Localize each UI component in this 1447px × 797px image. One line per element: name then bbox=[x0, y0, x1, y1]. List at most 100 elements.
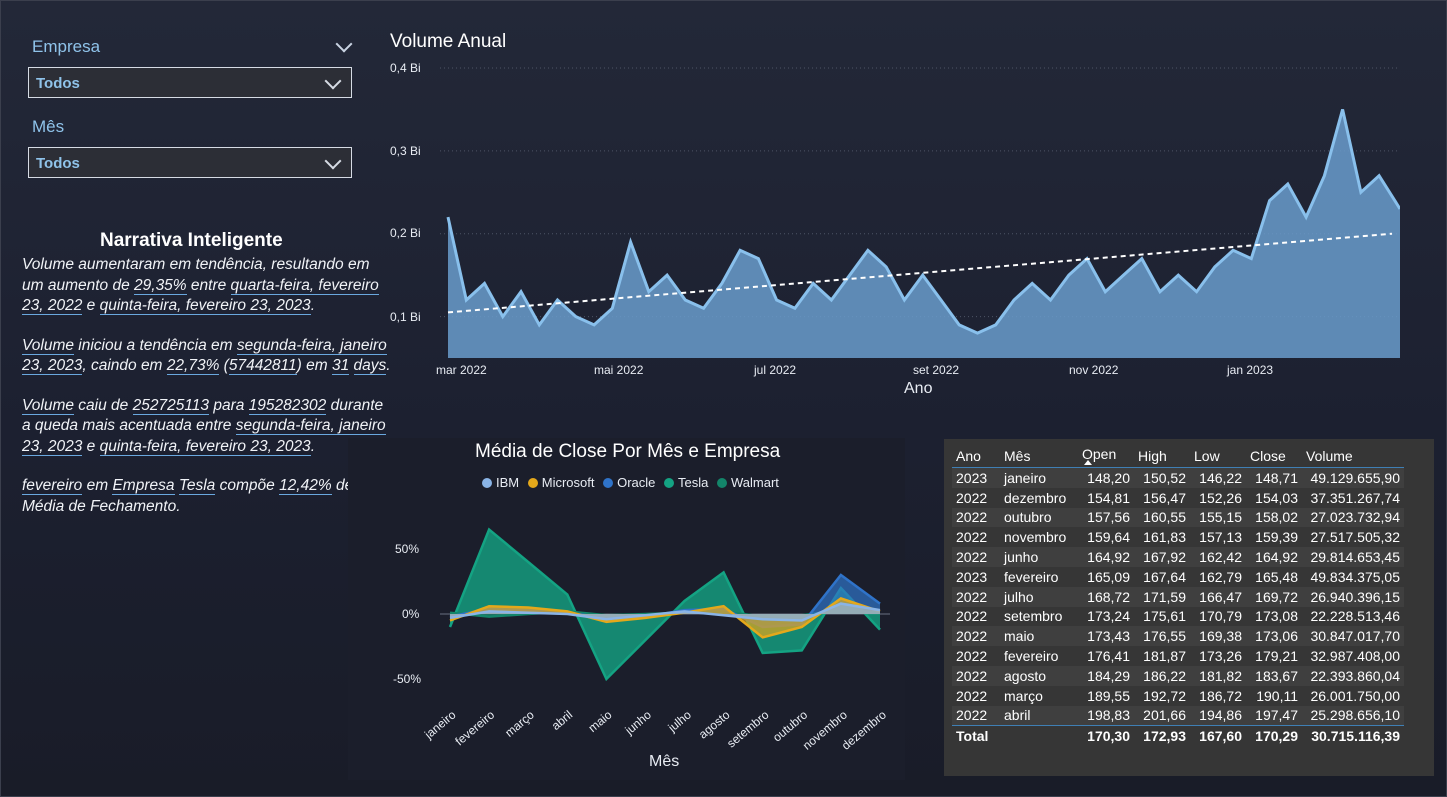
volume-x-axis-title: Ano bbox=[904, 380, 933, 397]
volume-area-chart[interactable] bbox=[440, 60, 1400, 365]
table-cell: julho bbox=[1000, 586, 1078, 607]
table-cell: 173,26 bbox=[1190, 646, 1246, 666]
column-header[interactable]: Close bbox=[1246, 444, 1302, 468]
table-cell: 190,11 bbox=[1246, 685, 1302, 706]
y-tick-label: 0,1 Bi bbox=[390, 310, 421, 324]
table-row[interactable]: 2022 julho 168,72 171,59 166,47 169,72 26.940.… bbox=[952, 586, 1404, 607]
table-cell: 165,09 bbox=[1078, 566, 1134, 587]
mes-dropdown[interactable]: Todos bbox=[28, 147, 352, 178]
table-cell: 158,02 bbox=[1246, 507, 1302, 528]
column-header[interactable]: Low bbox=[1190, 444, 1246, 468]
volume-chart-title: Volume Anual bbox=[390, 31, 507, 52]
narrative-value: fevereiro bbox=[22, 477, 83, 495]
table-cell: maio bbox=[1000, 626, 1078, 647]
narrative-text: e bbox=[82, 437, 100, 455]
legend-item-tesla[interactable]: Tesla bbox=[664, 475, 708, 490]
table-cell: 170,79 bbox=[1190, 606, 1246, 627]
table-row[interactable]: 2022 novembro 159,64 161,83 157,13 159,39 27.5… bbox=[952, 527, 1404, 548]
close-chart-title: Média de Close Por Mês e Empresa bbox=[475, 441, 781, 462]
table-cell: janeiro bbox=[1000, 467, 1078, 488]
table-cell: 2022 bbox=[952, 705, 1000, 726]
table-cell: 189,55 bbox=[1078, 685, 1134, 706]
table-cell: fevereiro bbox=[1000, 566, 1078, 587]
table-cell: 194,86 bbox=[1190, 705, 1246, 726]
table-cell: 183,67 bbox=[1246, 665, 1302, 686]
total-cell: 170,29 bbox=[1246, 725, 1302, 747]
narrative-value: 252725113 bbox=[132, 396, 210, 415]
table-cell: 154,03 bbox=[1246, 487, 1302, 508]
y-tick-label: 0,3 Bi bbox=[390, 144, 421, 158]
table-row[interactable]: 2022 abril 198,83 201,66 194,86 197,47 25.298.… bbox=[952, 705, 1404, 726]
stock-table-panel: Ano Mês Open High Low Close Volume 2023 j… bbox=[944, 439, 1434, 776]
legend-label: Oracle bbox=[617, 475, 656, 490]
narrative-text: ( bbox=[219, 357, 229, 374]
table-cell: 49.129.655,90 bbox=[1302, 467, 1404, 488]
narrative-text: entre bbox=[186, 276, 231, 294]
table-cell: novembro bbox=[1000, 527, 1078, 548]
table-row[interactable]: 2022 março 189,55 192,72 186,72 190,11 26.001.… bbox=[952, 685, 1404, 706]
legend-item-walmart[interactable]: Walmart bbox=[717, 475, 779, 490]
column-header[interactable]: Volume bbox=[1302, 444, 1404, 468]
table-cell: 181,87 bbox=[1134, 646, 1190, 666]
table-cell: 2023 bbox=[952, 467, 1000, 488]
y-tick-label: 0% bbox=[402, 607, 420, 621]
table-cell: 197,47 bbox=[1246, 705, 1302, 726]
table-cell: 156,47 bbox=[1134, 487, 1190, 508]
table-total-row: Total 170,30 172,93 167,60 170,29 30.715.116,… bbox=[952, 725, 1404, 747]
x-tick-label: nov 2022 bbox=[1069, 363, 1119, 377]
column-header-sorted[interactable]: Open bbox=[1078, 444, 1134, 468]
legend-item-oracle[interactable]: Oracle bbox=[603, 475, 655, 490]
legend-item-ibm[interactable]: IBM bbox=[482, 475, 519, 490]
narrative-text: , caindo em bbox=[82, 357, 167, 374]
table-row[interactable]: 2022 fevereiro 176,41 181,87 173,26 179,21 32.… bbox=[952, 646, 1404, 666]
x-tick-label: jan 2023 bbox=[1227, 363, 1274, 377]
table-row[interactable]: 2023 janeiro 148,20 150,52 146,22 148,71 49.12… bbox=[952, 467, 1404, 488]
table-row[interactable]: 2022 agosto 184,29 186,22 181,82 183,67 22.393… bbox=[952, 665, 1404, 686]
close-by-month-chart[interactable] bbox=[420, 500, 900, 705]
column-header[interactable]: Mês bbox=[1000, 444, 1078, 468]
table-cell: 164,92 bbox=[1246, 547, 1302, 567]
legend-dot-icon bbox=[527, 478, 538, 488]
close-chart-legend[interactable]: IBM Microsoft Oracle Tesla Walmart bbox=[482, 475, 784, 490]
table-row[interactable]: 2022 outubro 157,56 160,55 155,15 158,02 27.02… bbox=[952, 507, 1404, 528]
table-cell: 176,41 bbox=[1078, 646, 1134, 666]
smart-narrative: Volume aumentaram em tendência, resultan… bbox=[22, 255, 392, 536]
table-cell: 173,06 bbox=[1246, 626, 1302, 647]
table-cell: junho bbox=[1000, 547, 1078, 567]
legend-dot-icon bbox=[717, 478, 728, 488]
column-header[interactable]: High bbox=[1134, 444, 1190, 468]
narrative-text: ) em bbox=[296, 357, 332, 374]
legend-item-microsoft[interactable]: Microsoft bbox=[527, 475, 594, 490]
table-cell: 152,26 bbox=[1190, 487, 1246, 508]
table-cell: 155,15 bbox=[1190, 507, 1246, 528]
table-row[interactable]: 2022 maio 173,43 176,55 169,38 173,06 30.847.0… bbox=[952, 626, 1404, 647]
legend-dot-icon bbox=[482, 478, 492, 488]
stock-table: Ano Mês Open High Low Close Volume 2023 j… bbox=[952, 444, 1404, 747]
x-tick-label: jul 2022 bbox=[754, 363, 797, 377]
chevron-down-icon bbox=[324, 152, 342, 170]
table-cell: 184,29 bbox=[1078, 665, 1134, 686]
total-cell: Total bbox=[952, 725, 1000, 747]
table-cell: 162,42 bbox=[1190, 547, 1246, 567]
table-cell: 169,72 bbox=[1246, 586, 1302, 607]
table-cell: 162,79 bbox=[1190, 566, 1246, 587]
table-row[interactable]: 2022 dezembro 154,81 156,47 152,26 154,03 37.3… bbox=[952, 487, 1404, 508]
table-cell: 2022 bbox=[952, 487, 1000, 508]
narrative-text: em bbox=[82, 477, 113, 494]
table-row[interactable]: 2022 setembro 173,24 175,61 170,79 173,08 22.2… bbox=[952, 606, 1404, 627]
y-tick-label: 0,2 Bi bbox=[390, 226, 421, 240]
table-cell: 169,38 bbox=[1190, 626, 1246, 647]
table-row[interactable]: 2022 junho 164,92 167,92 162,42 164,92 29.814.… bbox=[952, 547, 1404, 567]
table-cell: 167,64 bbox=[1134, 566, 1190, 587]
table-cell: 173,08 bbox=[1246, 606, 1302, 627]
x-tick-label: mar 2022 bbox=[436, 363, 487, 377]
narrative-text: iniciou a tendência em bbox=[73, 336, 237, 354]
empresa-slicer-label: Empresa bbox=[32, 37, 101, 56]
empresa-dropdown[interactable]: Todos bbox=[28, 67, 352, 98]
total-cell bbox=[1000, 725, 1078, 747]
table-cell: fevereiro bbox=[1000, 646, 1078, 666]
narrative-value: quinta-feira, fevereiro 23, 2023 bbox=[99, 437, 311, 456]
column-header[interactable]: Ano bbox=[952, 444, 1000, 468]
table-row[interactable]: 2023 fevereiro 165,09 167,64 162,79 165,48 49.… bbox=[952, 566, 1404, 587]
narrative-value: 195282302 bbox=[248, 396, 327, 415]
